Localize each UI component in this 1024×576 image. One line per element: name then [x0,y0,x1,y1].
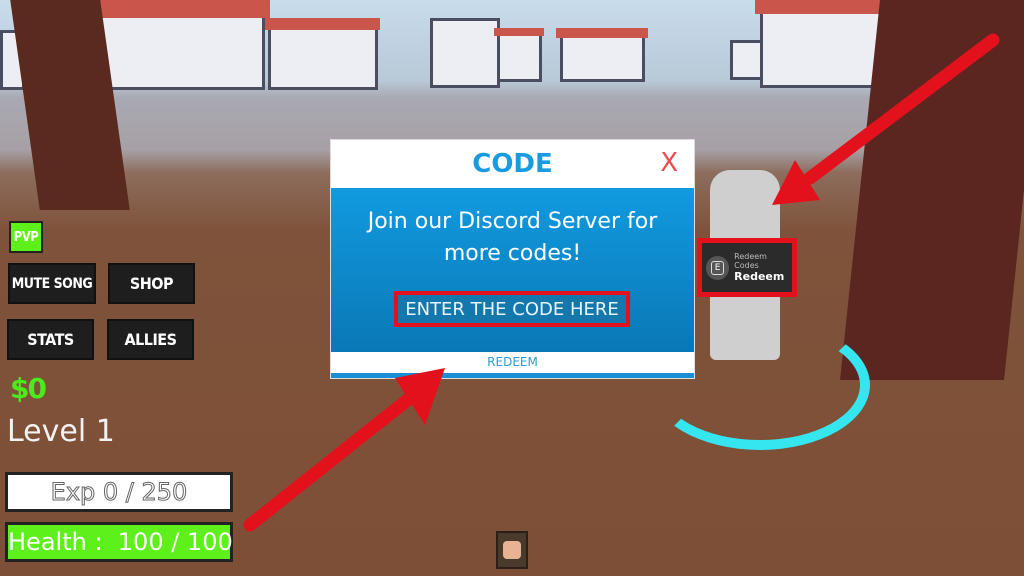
arrow-to-npc [803,33,1000,185]
annotation-arrows [243,33,1000,532]
arrow-to-redeem [243,391,417,532]
